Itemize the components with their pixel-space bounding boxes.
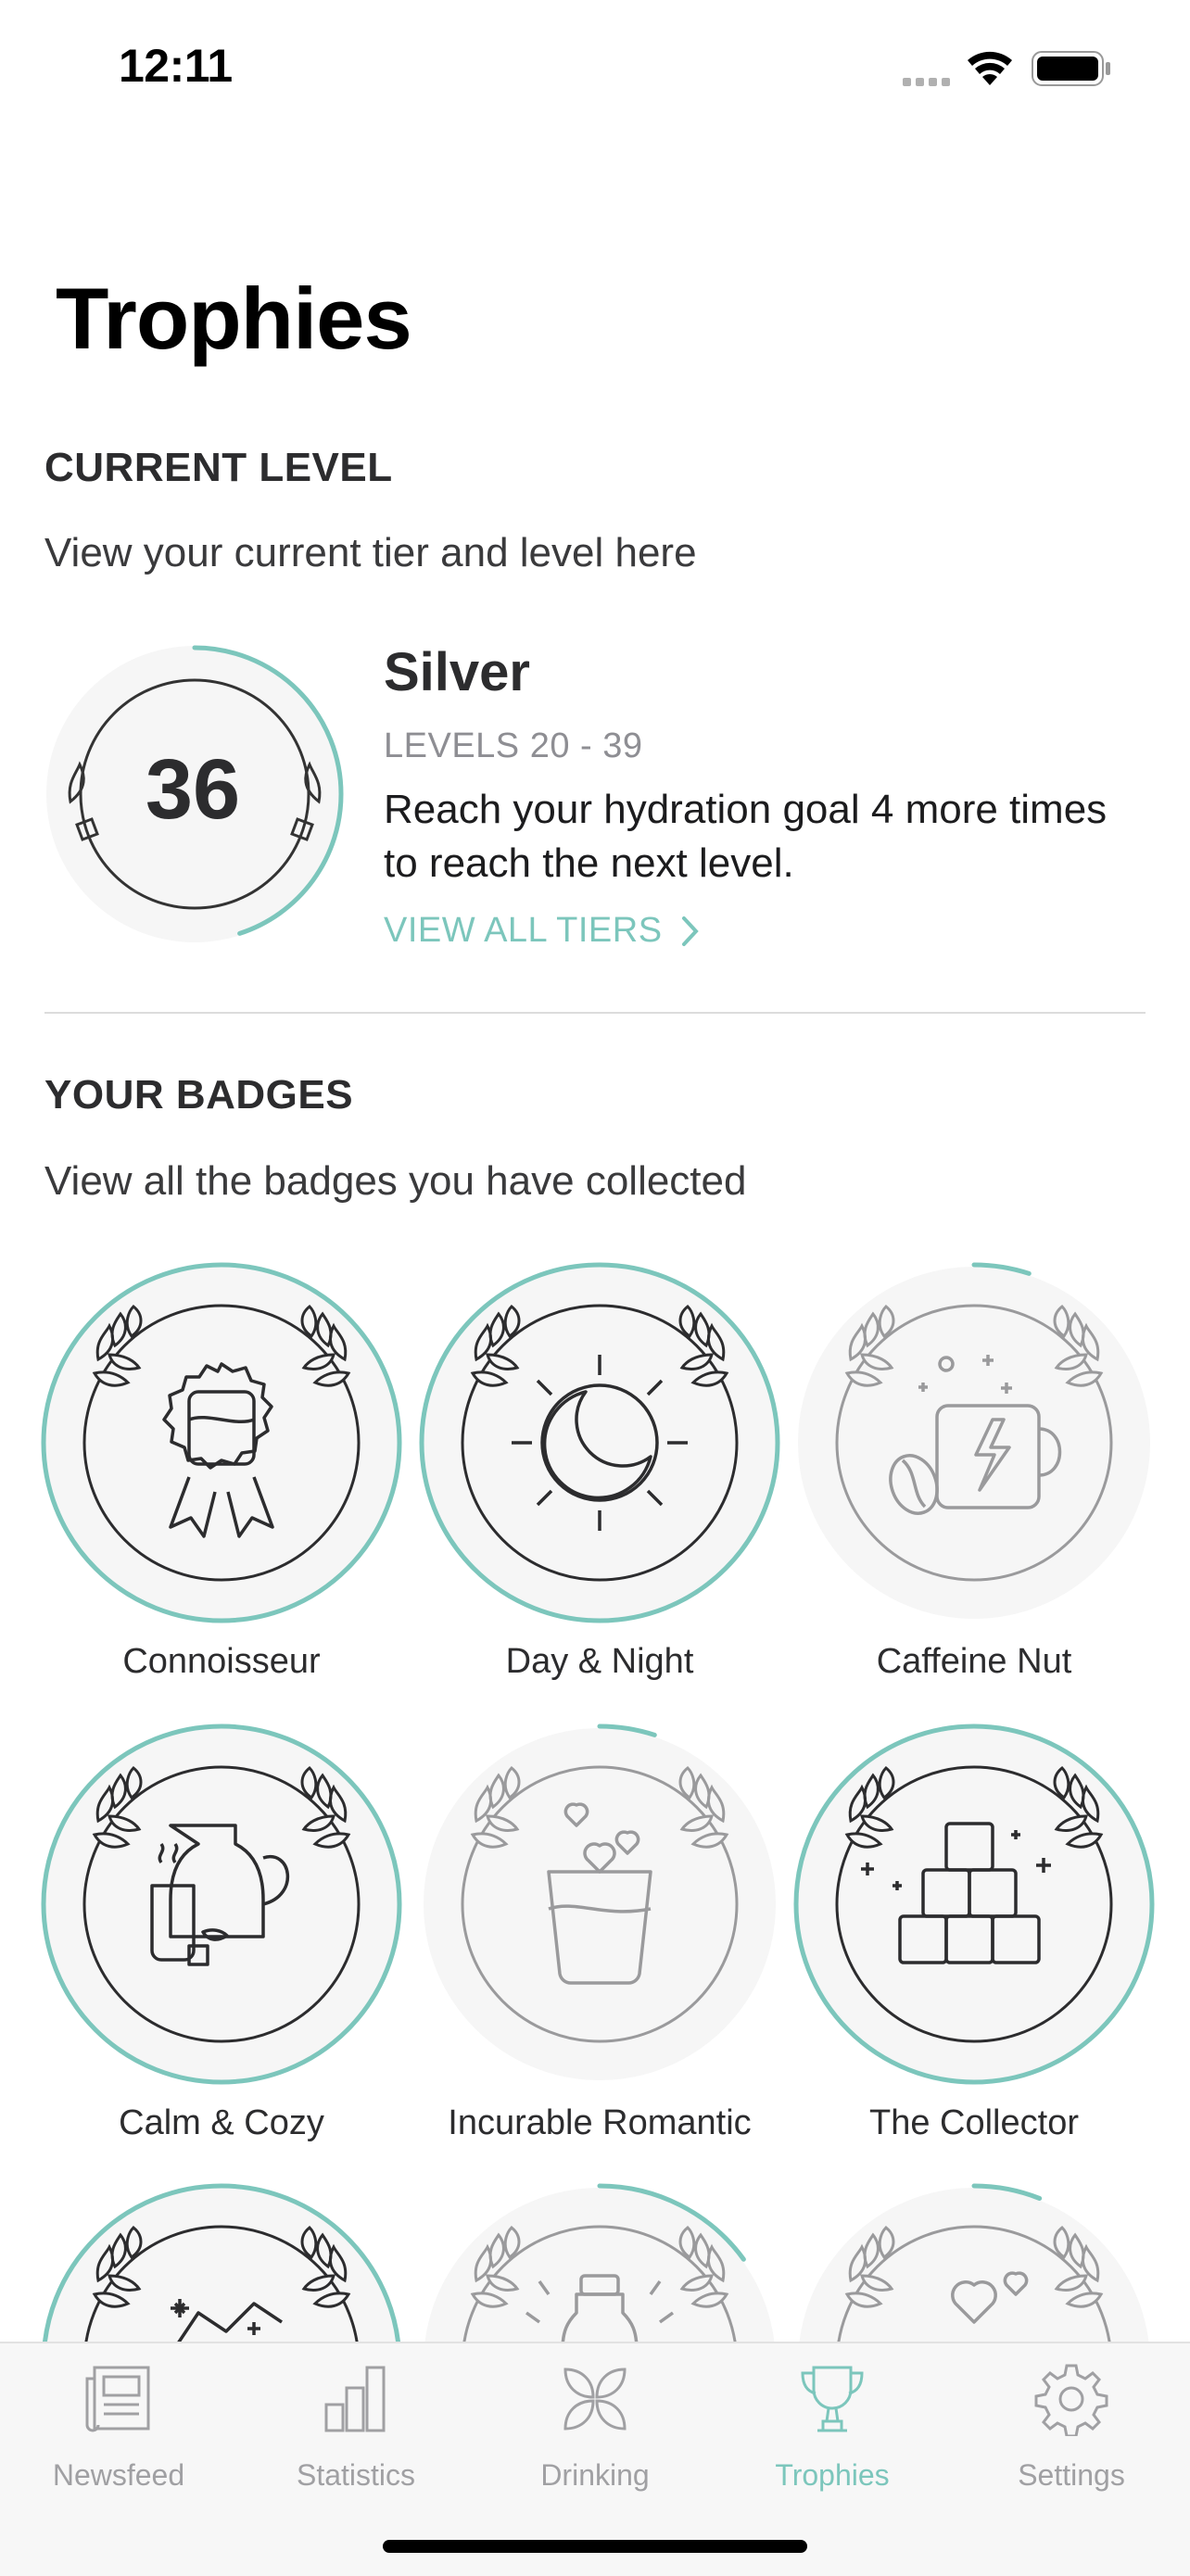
badge-item[interactable]: Caffeine Nut [793, 1262, 1155, 1688]
bar-chart-icon [324, 2366, 386, 2432]
status-icons [903, 51, 1110, 86]
view-all-tiers-label: VIEW ALL TIERS [384, 911, 663, 950]
tab-label-trophies: Trophies [775, 2458, 890, 2492]
home-indicator [383, 2540, 807, 2553]
badge-ring [793, 1262, 1155, 1623]
tab-label-drinking: Drinking [540, 2458, 650, 2492]
badge-ring [793, 1724, 1155, 2085]
current-level-heading: CURRENT LEVEL [44, 445, 393, 490]
badge-ring [42, 2183, 401, 2342]
badge-item[interactable] [793, 2183, 1155, 2342]
tier-levels-range: LEVELS 20 - 39 [384, 726, 643, 765]
badge-item[interactable] [419, 2183, 780, 2342]
badge-label: Day & Night [505, 1642, 694, 1681]
badge-ring [41, 1262, 402, 1623]
badge-ring [419, 1724, 780, 2085]
tab-settings[interactable]: Settings [953, 2343, 1190, 2510]
tier-description: Reach your hydration goal 4 more times t… [384, 787, 1108, 886]
trophy-icon [801, 2366, 864, 2432]
badge-item[interactable]: Day & Night [419, 1262, 780, 1688]
badge-item[interactable]: Connoisseur [41, 1262, 402, 1688]
cellular-signal-icon [903, 78, 950, 86]
level-number: 36 [145, 742, 241, 837]
tab-label-statistics: Statistics [296, 2458, 416, 2492]
tier-name: Silver [384, 642, 530, 702]
battery-icon [1032, 51, 1110, 86]
badge-label: Incurable Romantic [448, 2103, 752, 2142]
badge-item[interactable] [41, 2183, 402, 2342]
tab-statistics[interactable]: Statistics [237, 2343, 475, 2510]
chevron-right-icon [681, 915, 699, 946]
badge-ring [419, 1262, 780, 1623]
badges-heading: YOUR BADGES [44, 1072, 354, 1118]
badge-label: The Collector [869, 2103, 1079, 2142]
view-all-tiers-link[interactable]: VIEW ALL TIERS [384, 911, 700, 951]
badge-ring [419, 2183, 780, 2342]
badge-label: Calm & Cozy [119, 2103, 324, 2142]
gear-icon [1034, 2364, 1108, 2436]
newspaper-icon [85, 2366, 150, 2432]
page-title: Trophies [56, 270, 412, 367]
tab-label-newsfeed: Newsfeed [52, 2458, 185, 2492]
badges-subtitle: View all the badges you have collected [44, 1158, 747, 1204]
badge-label: Connoisseur [122, 1642, 321, 1681]
badge-ring [41, 1724, 402, 2085]
badge-ring [793, 2183, 1155, 2342]
petals-icon [563, 2368, 627, 2431]
badge-item[interactable]: Incurable Romantic [419, 1724, 780, 2150]
tab-trophies[interactable]: Trophies [714, 2343, 951, 2510]
badge-item[interactable]: Calm & Cozy [41, 1724, 402, 2150]
badge-label: Caffeine Nut [876, 1642, 1072, 1681]
current-level-subtitle: View your current tier and level here [44, 530, 697, 575]
tab-newsfeed[interactable]: Newsfeed [0, 2343, 237, 2510]
status-time: 12:11 [119, 40, 233, 92]
badge-item[interactable]: The Collector [793, 1724, 1155, 2150]
section-divider [44, 1012, 1146, 1014]
wifi-icon [968, 51, 1012, 85]
tab-label-settings: Settings [1018, 2458, 1125, 2492]
tab-drinking[interactable]: Drinking [476, 2343, 714, 2510]
